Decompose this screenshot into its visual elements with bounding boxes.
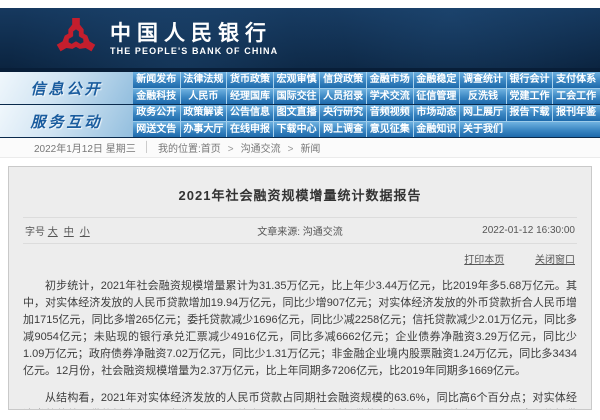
nav-item[interactable]: 意见征集 xyxy=(366,122,413,137)
nav-item[interactable]: 市场动态 xyxy=(413,105,460,121)
close-window-link[interactable]: 关闭窗口 xyxy=(535,255,575,266)
nav-item[interactable]: 网送文告 xyxy=(133,122,180,137)
article-actions: 打印本页 关闭窗口 xyxy=(23,244,577,268)
breadcrumb-date: 2022年1月12日 星期三 xyxy=(34,140,136,155)
nav-item[interactable]: 征信管理 xyxy=(413,89,460,104)
nav-item[interactable]: 法律法规 xyxy=(180,72,227,88)
breadcrumb-arrow: > xyxy=(228,144,234,155)
nav-item[interactable]: 党建工作 xyxy=(506,89,553,104)
nav-item[interactable]: 央行研究 xyxy=(319,105,366,121)
nav-item[interactable]: 关于我们 xyxy=(459,122,506,137)
nav-item[interactable]: 报告下载 xyxy=(506,105,553,121)
article-paragraph-1: 初步统计，2021年社会融资规模增量累计为31.35万亿元，比上年少3.44万亿… xyxy=(23,278,577,380)
nav-item[interactable]: 网上展厅 xyxy=(459,105,506,121)
breadcrumb-link[interactable]: 沟通交流 xyxy=(241,144,281,155)
font-size-option[interactable]: 小 xyxy=(80,227,90,238)
nav-item[interactable]: 支付体系 xyxy=(552,72,599,88)
pboc-emblem-icon xyxy=(55,16,97,60)
bank-name-en: THE PEOPLE'S BANK OF CHINA xyxy=(110,46,278,56)
nav-item[interactable]: 反洗钱 xyxy=(459,89,506,104)
breadcrumb-home-link[interactable]: 我的位置:首页 xyxy=(158,140,221,155)
nav-section-1: 信息公开新闻发布法律法规货币政策宏观审慎信贷政策金融市场金融稳定调查统计银行会计… xyxy=(0,72,600,105)
bank-name-cn: 中国人民银行 xyxy=(110,21,278,44)
nav-item[interactable]: 货币政策 xyxy=(226,72,273,88)
nav-item[interactable]: 下载中心 xyxy=(273,122,320,137)
nav-item[interactable]: 金融市场 xyxy=(366,72,413,88)
nav-section-2: 服务互动政务公开政策解读公告信息图文直播央行研究音频视频市场动态网上展厅报告下载… xyxy=(0,105,600,138)
nav-item[interactable]: 政务公开 xyxy=(133,105,180,121)
article-datetime: 2022-01-12 16:30:00 xyxy=(405,225,575,236)
nav-item[interactable]: 学术交流 xyxy=(366,89,413,104)
nav-item[interactable]: 政策解读 xyxy=(180,105,227,121)
font-size-option[interactable]: 中 xyxy=(64,227,74,238)
nav-item[interactable]: 办事大厅 xyxy=(180,122,227,137)
nav-item[interactable]: 信贷政策 xyxy=(319,72,366,88)
nav-item[interactable]: 国际交往 xyxy=(273,89,320,104)
print-page-link[interactable]: 打印本页 xyxy=(464,255,504,266)
nav-item[interactable]: 人民币 xyxy=(180,89,227,104)
nav-item[interactable]: 调查统计 xyxy=(459,72,506,88)
nav-section-label[interactable]: 服务互动 xyxy=(0,105,133,137)
nav-item[interactable]: 经理国库 xyxy=(226,89,273,104)
top-strip xyxy=(0,0,600,8)
breadcrumb-link[interactable]: 新闻 xyxy=(300,144,320,155)
nav-item[interactable]: 金融知识 xyxy=(413,122,460,137)
nav-item[interactable]: 图文直播 xyxy=(273,105,320,121)
nav-item[interactable]: 公告信息 xyxy=(226,105,273,121)
nav-item[interactable]: 报刊年鉴 xyxy=(552,105,599,121)
nav-item[interactable]: 金融稳定 xyxy=(413,72,460,88)
article-source: 文章来源: 沟通交流 xyxy=(195,223,405,238)
nav-item[interactable]: 在线申报 xyxy=(226,122,273,137)
nav-item[interactable]: 工会工作 xyxy=(552,89,599,104)
article-meta-bar: 字号 大中小 文章来源: 沟通交流 2022-01-12 16:30:00 xyxy=(23,217,577,244)
bank-names: 中国人民银行 THE PEOPLE'S BANK OF CHINA xyxy=(110,21,278,56)
nav-item[interactable]: 新闻发布 xyxy=(133,72,180,88)
article-container: 2021年社会融资规模增量统计数据报告 字号 大中小 文章来源: 沟通交流 20… xyxy=(8,166,592,410)
nav-item[interactable]: 网上调查 xyxy=(319,122,366,137)
breadcrumb-arrow: > xyxy=(288,144,294,155)
main-navigation: 信息公开新闻发布法律法规货币政策宏观审慎信贷政策金融市场金融稳定调查统计银行会计… xyxy=(0,72,600,138)
font-size-control: 字号 大中小 xyxy=(25,223,195,238)
nav-section-label[interactable]: 信息公开 xyxy=(0,72,133,104)
nav-item[interactable]: 音频视频 xyxy=(366,105,413,121)
source-label: 文章来源: xyxy=(257,227,300,238)
article-paragraph-2: 从结构看，2021年对实体经济发放的人民币贷款占同期社会融资规模的63.6%，同… xyxy=(23,390,577,410)
nav-item[interactable]: 银行会计 xyxy=(506,72,553,88)
nav-item[interactable]: 宏观审慎 xyxy=(273,72,320,88)
breadcrumb: 2022年1月12日 星期三 │ 我的位置:首页 > 沟通交流 > 新闻 xyxy=(0,138,600,158)
nav-item[interactable]: 人员招录 xyxy=(319,89,366,104)
source-value: 沟通交流 xyxy=(303,227,343,238)
breadcrumb-divider: │ xyxy=(144,142,150,153)
site-header: 中国人民银行 THE PEOPLE'S BANK OF CHINA xyxy=(0,8,600,68)
font-size-option[interactable]: 大 xyxy=(48,227,58,238)
font-size-label: 字号 xyxy=(25,227,45,238)
nav-item[interactable]: 金融科技 xyxy=(133,89,180,104)
breadcrumb-path: > 沟通交流 > 新闻 xyxy=(221,140,321,155)
article-title: 2021年社会融资规模增量统计数据报告 xyxy=(23,167,577,217)
